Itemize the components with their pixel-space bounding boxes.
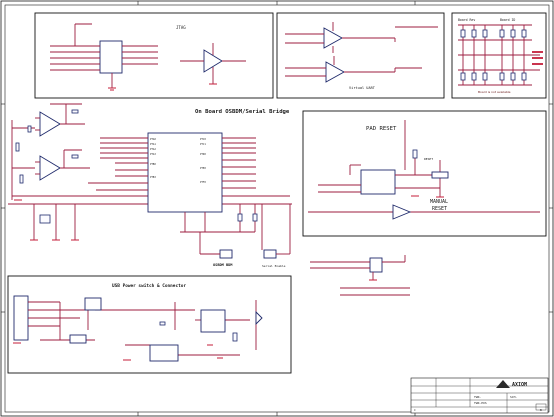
- svg-text:PTE0: PTE0: [200, 167, 206, 170]
- title-row-1: TWR-: [474, 395, 481, 399]
- svg-text:PTB0: PTB0: [150, 163, 156, 166]
- svg-text:PTD0: PTD0: [200, 153, 206, 156]
- osbdm-mcu: [147, 132, 223, 213]
- board-rev-label: Board Rev: [458, 18, 475, 22]
- svg-text:PTC0: PTC0: [200, 138, 206, 141]
- pad-reset-title: PAD RESET: [366, 126, 397, 132]
- reset-ic: [360, 169, 396, 195]
- sheet-size: C: [414, 408, 416, 412]
- jtag-title: JTAG: [176, 25, 186, 30]
- reset-net-label: RESET: [424, 157, 433, 161]
- title-row-2: SCH-: [510, 395, 517, 399]
- reset-label: RESET: [432, 206, 447, 212]
- company-name: AXIOM: [512, 382, 527, 388]
- osbdm-bdm-header: [219, 249, 233, 259]
- virtual-uart-title: Virtual UART: [349, 86, 376, 90]
- manual-reset-switch: [431, 171, 449, 179]
- serial-enable-header: [263, 249, 277, 259]
- svg-text:PTB3: PTB3: [150, 176, 156, 179]
- board-id-note: Board is not available: [478, 90, 511, 94]
- svg-text:PTC1: PTC1: [200, 143, 206, 146]
- board-id-label: Board ID: [500, 18, 515, 22]
- svg-text:PTF0: PTF0: [200, 181, 206, 184]
- usb-title: USB Power switch & Connector: [112, 283, 186, 289]
- osbdm-title: On Board OSBDM/Serial Bridge: [195, 109, 290, 115]
- usb-fuse: [69, 334, 87, 344]
- serial-enable-label: Serial Enable: [262, 264, 286, 268]
- svg-text:PTA2: PTA2: [150, 148, 156, 151]
- title-block: AXIOM TWR- SCH- TWR-POS C B: [410, 377, 549, 414]
- usb-regulator: [149, 344, 179, 362]
- svg-text:PTA3: PTA3: [150, 153, 156, 156]
- doc-title: TWR-POS: [474, 401, 487, 405]
- svg-text:PTA1: PTA1: [150, 143, 156, 146]
- usb-connector: [13, 295, 29, 341]
- osbdm-bdm-label: OSBDM BDM: [213, 263, 233, 267]
- manual-label: MANUAL: [430, 199, 448, 205]
- jtag-connector: [99, 40, 123, 74]
- schematic-sheet: JTAG Virtual UART Board Rev Board ID Boa…: [0, 0, 554, 417]
- usb-power-switch: [200, 309, 226, 333]
- usb-esd-chip: [84, 297, 102, 311]
- svg-text:PTA0: PTA0: [150, 138, 156, 141]
